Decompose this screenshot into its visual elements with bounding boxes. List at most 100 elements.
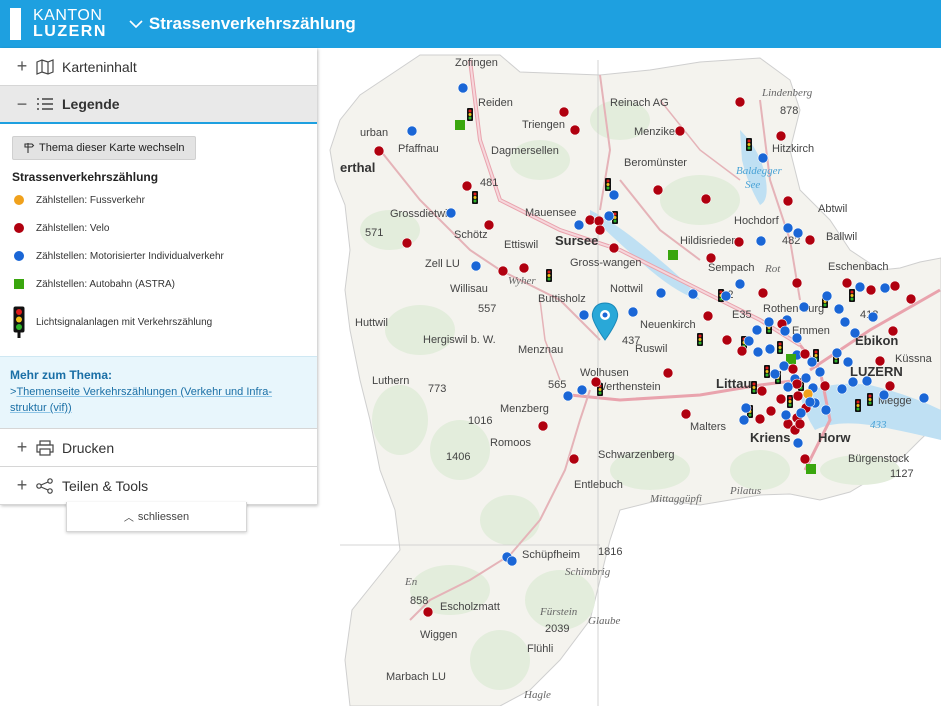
autobahn-counting-marker[interactable]	[668, 250, 678, 260]
traffic-light-marker-icon[interactable]	[472, 191, 478, 204]
miv-counting-marker[interactable]	[578, 309, 590, 321]
miv-counting-marker[interactable]	[779, 325, 791, 337]
velo-counting-marker[interactable]	[734, 96, 746, 108]
velo-counting-marker[interactable]	[422, 606, 434, 618]
velo-counting-marker[interactable]	[884, 380, 896, 392]
miv-counting-marker[interactable]	[764, 343, 776, 355]
miv-counting-marker[interactable]	[573, 219, 585, 231]
velo-counting-marker[interactable]	[804, 234, 816, 246]
topic-page-link[interactable]: >Themenseite Verkehrszählungen (Verkehr …	[10, 384, 307, 416]
miv-counting-marker[interactable]	[743, 335, 755, 347]
kanton-luzern-logo[interactable]: KANTON LUZERN	[10, 8, 107, 40]
miv-counting-marker[interactable]	[804, 396, 816, 408]
velo-counting-marker[interactable]	[874, 355, 886, 367]
miv-counting-marker[interactable]	[738, 414, 750, 426]
traffic-light-marker-icon[interactable]	[746, 138, 752, 151]
traffic-light-marker-icon[interactable]	[787, 395, 793, 408]
miv-counting-marker[interactable]	[406, 125, 418, 137]
miv-counting-marker[interactable]	[603, 210, 615, 222]
velo-counting-marker[interactable]	[787, 363, 799, 375]
miv-counting-marker[interactable]	[806, 356, 818, 368]
miv-counting-marker[interactable]	[918, 392, 930, 404]
velo-counting-marker[interactable]	[652, 184, 664, 196]
miv-counting-marker[interactable]	[878, 389, 890, 401]
miv-counting-marker[interactable]	[757, 152, 769, 164]
velo-counting-marker[interactable]	[819, 380, 831, 392]
velo-counting-marker[interactable]	[733, 236, 745, 248]
velo-counting-marker[interactable]	[662, 367, 674, 379]
miv-counting-marker[interactable]	[867, 311, 879, 323]
velo-counting-marker[interactable]	[775, 393, 787, 405]
velo-counting-marker[interactable]	[700, 193, 712, 205]
miv-counting-marker[interactable]	[861, 375, 873, 387]
miv-counting-marker[interactable]	[782, 222, 794, 234]
velo-counting-marker[interactable]	[373, 145, 385, 157]
velo-counting-marker[interactable]	[461, 180, 473, 192]
velo-counting-marker[interactable]	[841, 277, 853, 289]
velo-counting-marker[interactable]	[792, 390, 804, 402]
miv-counting-marker[interactable]	[655, 287, 667, 299]
miv-counting-marker[interactable]	[778, 360, 790, 372]
miv-counting-marker[interactable]	[854, 281, 866, 293]
velo-counting-marker[interactable]	[608, 242, 620, 254]
miv-counting-marker[interactable]	[821, 290, 833, 302]
miv-counting-marker[interactable]	[836, 383, 848, 395]
traffic-light-marker-icon[interactable]	[764, 365, 770, 378]
velo-counting-marker[interactable]	[590, 376, 602, 388]
miv-counting-marker[interactable]	[576, 384, 588, 396]
miv-counting-marker[interactable]	[470, 260, 482, 272]
miv-counting-marker[interactable]	[795, 407, 807, 419]
miv-counting-marker[interactable]	[800, 372, 812, 384]
traffic-light-marker-icon[interactable]	[849, 289, 855, 302]
velo-counting-marker[interactable]	[518, 262, 530, 274]
velo-counting-marker[interactable]	[721, 334, 733, 346]
miv-counting-marker[interactable]	[740, 402, 752, 414]
miv-counting-marker[interactable]	[755, 235, 767, 247]
miv-counting-marker[interactable]	[627, 306, 639, 318]
velo-counting-marker[interactable]	[791, 378, 803, 390]
section-karteninhalt[interactable]: + Karteninhalt	[0, 48, 317, 86]
miv-counting-marker[interactable]	[831, 347, 843, 359]
traffic-light-marker-icon[interactable]	[467, 108, 473, 121]
miv-counting-marker[interactable]	[842, 356, 854, 368]
miv-counting-marker[interactable]	[780, 409, 792, 421]
miv-counting-marker[interactable]	[791, 332, 803, 344]
miv-counting-marker[interactable]	[792, 227, 804, 239]
velo-counting-marker[interactable]	[537, 420, 549, 432]
miv-counting-marker[interactable]	[608, 189, 620, 201]
app-switcher[interactable]: Strassenverkehrszählung	[129, 14, 356, 34]
traffic-light-marker-icon[interactable]	[777, 341, 783, 354]
velo-counting-marker[interactable]	[889, 280, 901, 292]
miv-counting-marker[interactable]	[769, 368, 781, 380]
miv-counting-marker[interactable]	[687, 288, 699, 300]
velo-counting-marker[interactable]	[905, 293, 917, 305]
miv-counting-marker[interactable]	[839, 316, 851, 328]
velo-counting-marker[interactable]	[794, 418, 806, 430]
velo-counting-marker[interactable]	[568, 453, 580, 465]
miv-counting-marker[interactable]	[792, 437, 804, 449]
miv-counting-marker[interactable]	[814, 366, 826, 378]
miv-counting-marker[interactable]	[798, 301, 810, 313]
miv-counting-marker[interactable]	[445, 207, 457, 219]
velo-counting-marker[interactable]	[569, 124, 581, 136]
traffic-light-marker-icon[interactable]	[605, 178, 611, 191]
miv-counting-marker[interactable]	[849, 327, 861, 339]
section-drucken[interactable]: + Drucken	[0, 429, 317, 467]
miv-counting-marker[interactable]	[562, 390, 574, 402]
velo-counting-marker[interactable]	[865, 284, 877, 296]
velo-counting-marker[interactable]	[593, 215, 605, 227]
change-theme-button[interactable]: Thema dieser Karte wechseln	[12, 136, 196, 160]
miv-counting-marker[interactable]	[763, 316, 775, 328]
velo-counting-marker[interactable]	[799, 453, 811, 465]
section-teilen-tools[interactable]: + Teilen & Tools	[0, 467, 317, 505]
miv-counting-marker[interactable]	[782, 381, 794, 393]
velo-counting-marker[interactable]	[799, 348, 811, 360]
miv-counting-marker[interactable]	[506, 555, 518, 567]
miv-counting-marker[interactable]	[847, 376, 859, 388]
traffic-light-marker-icon[interactable]	[546, 269, 552, 282]
velo-counting-marker[interactable]	[702, 310, 714, 322]
autobahn-counting-marker[interactable]	[455, 120, 465, 130]
velo-counting-marker[interactable]	[756, 385, 768, 397]
velo-counting-marker[interactable]	[791, 277, 803, 289]
velo-counting-marker[interactable]	[736, 345, 748, 357]
